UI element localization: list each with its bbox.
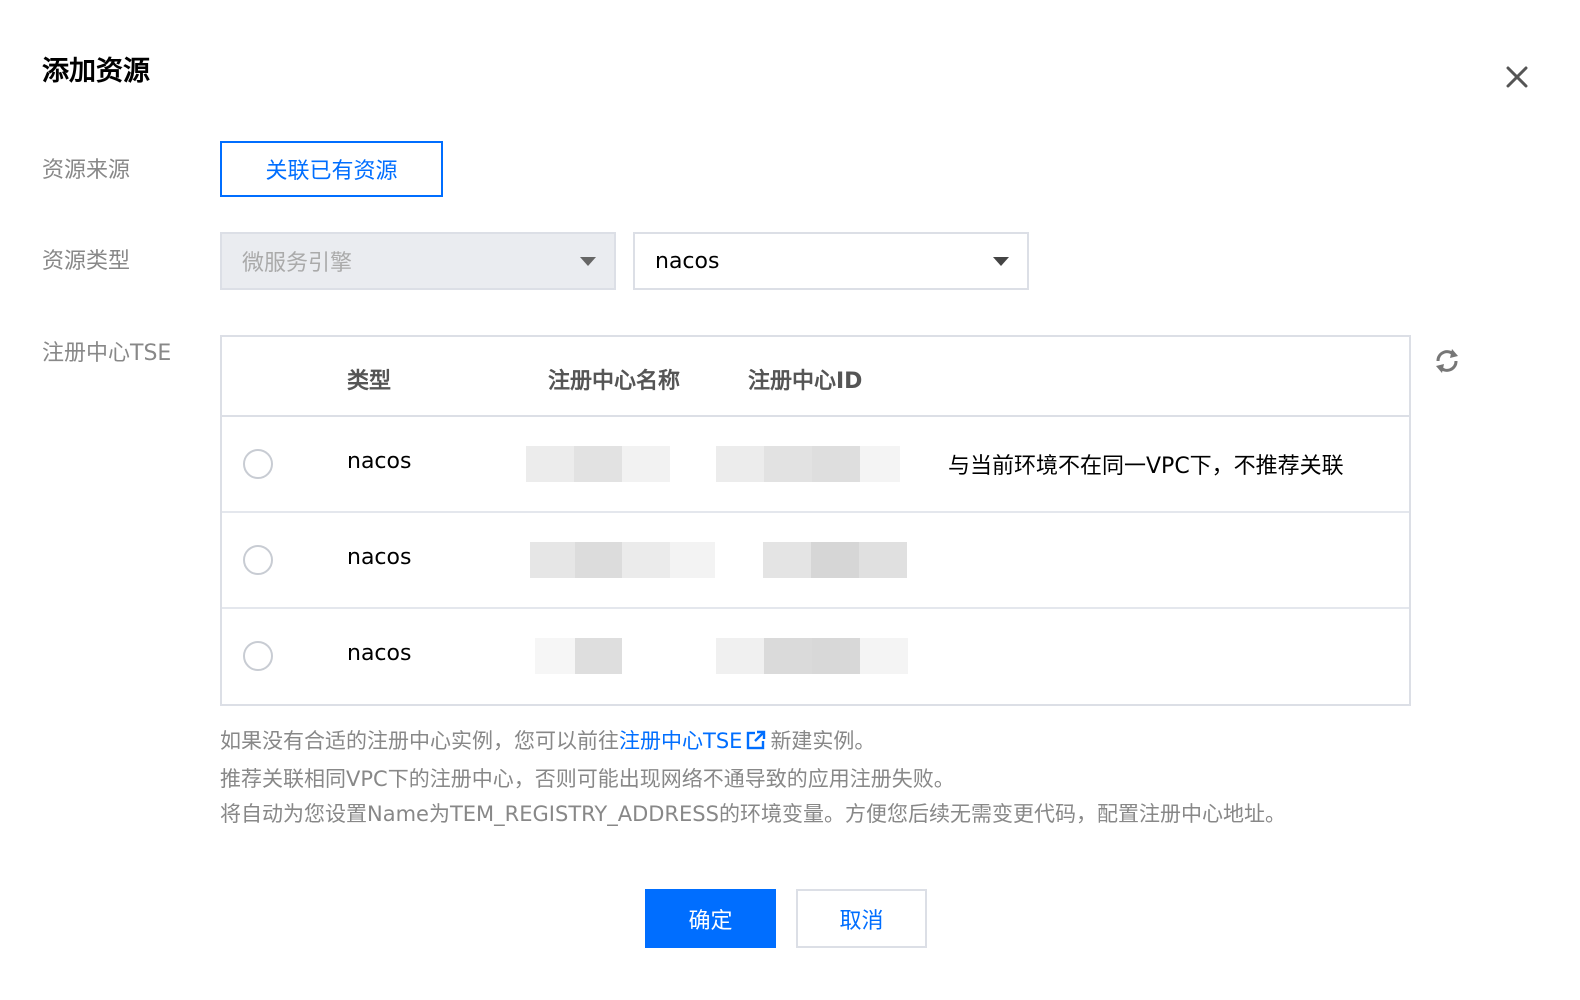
redacted-id — [763, 542, 907, 578]
table-row[interactable]: nacos — [222, 513, 1409, 609]
row-radio[interactable] — [243, 449, 273, 479]
help-line-1-suffix: 新建实例。 — [770, 729, 876, 753]
cancel-button[interactable]: 取消 — [796, 889, 927, 948]
row-type: nacos — [347, 641, 412, 666]
add-resource-dialog: 添加资源 资源来源 关联已有资源 资源类型 微服务引擎 nacos 注册中心TS… — [0, 0, 1580, 1000]
table-header: 类型 注册中心名称 注册中心ID — [222, 337, 1409, 417]
redacted-id — [716, 446, 900, 482]
row-type: nacos — [347, 545, 412, 570]
confirm-button[interactable]: 确定 — [645, 889, 776, 948]
redacted-name — [526, 446, 670, 482]
type-label: 资源类型 — [42, 249, 131, 274]
header-type: 类型 — [347, 369, 392, 394]
refresh-icon[interactable] — [1430, 344, 1464, 378]
row-warning-note: 与当前环境不在同一VPC下，不推荐关联 — [948, 454, 1344, 479]
redacted-id — [716, 638, 908, 674]
registry-table: 类型 注册中心名称 注册中心ID nacos 与当前环境不在同一VPC下，不推荐… — [220, 335, 1411, 706]
close-icon[interactable] — [1498, 58, 1536, 96]
row-radio[interactable] — [243, 641, 273, 671]
help-line-1: 如果没有合适的注册中心实例，您可以前往注册中心TSE 新建实例。 — [220, 724, 1286, 762]
row-radio[interactable] — [243, 545, 273, 575]
external-link-icon[interactable] — [746, 726, 766, 762]
redacted-name — [530, 542, 715, 578]
link-existing-resource-button[interactable]: 关联已有资源 — [220, 141, 443, 197]
help-text: 如果没有合适的注册中心实例，您可以前往注册中心TSE 新建实例。 推荐关联相同VP… — [220, 724, 1286, 833]
chevron-down-icon — [993, 257, 1009, 266]
source-label: 资源来源 — [42, 158, 131, 183]
dialog-title: 添加资源 — [42, 56, 150, 87]
tse-link[interactable]: 注册中心TSE — [619, 729, 742, 753]
registry-label: 注册中心TSE — [42, 341, 172, 366]
header-id: 注册中心ID — [748, 369, 863, 394]
chevron-down-icon — [580, 257, 596, 266]
engine-select-value: nacos — [655, 248, 720, 274]
help-line-2: 推荐关联相同VPC下的注册中心，否则可能出现网络不通导致的应用注册失败。 — [220, 766, 955, 791]
redacted-name — [535, 638, 622, 674]
table-row[interactable]: nacos 与当前环境不在同一VPC下，不推荐关联 — [222, 417, 1409, 513]
table-row[interactable]: nacos — [222, 609, 1409, 705]
resource-type-value: 微服务引擎 — [242, 251, 353, 276]
resource-type-select: 微服务引擎 — [220, 232, 616, 290]
row-type: nacos — [347, 449, 412, 474]
engine-select[interactable]: nacos — [633, 232, 1029, 290]
help-line-1-prefix: 如果没有合适的注册中心实例，您可以前往 — [220, 729, 619, 753]
help-line-3: 将自动为您设置Name为TEM_REGISTRY_ADDRESS的环境变量。方便… — [220, 802, 1286, 826]
header-name: 注册中心名称 — [548, 369, 681, 394]
